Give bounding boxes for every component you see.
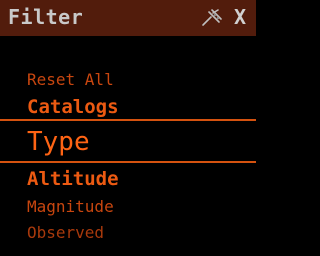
filter-panel: Filter X Reset All Catalogs Type Altitud… [0, 0, 256, 256]
reset-all-label: Reset All [27, 70, 114, 89]
menu-item-label: Type [27, 127, 90, 157]
menu-item-observed[interactable]: Observed [27, 222, 227, 244]
menu-item-catalogs[interactable]: Catalogs [27, 94, 227, 120]
menu-item-label: Magnitude [27, 197, 114, 216]
menu-item-magnitude[interactable]: Magnitude [27, 196, 227, 218]
reset-all-button[interactable]: Reset All [27, 69, 227, 91]
pin-icon[interactable] [200, 7, 224, 27]
close-button[interactable]: X [230, 4, 250, 30]
menu-item-altitude[interactable]: Altitude [27, 166, 227, 192]
menu-item-label: Catalogs [27, 96, 119, 118]
menu-item-label: Observed [27, 223, 105, 242]
menu-item-type[interactable]: Type [0, 119, 256, 163]
panel-title: Filter [8, 5, 84, 29]
title-bar: Filter X [0, 0, 256, 36]
menu-item-label: Altitude [27, 168, 119, 190]
